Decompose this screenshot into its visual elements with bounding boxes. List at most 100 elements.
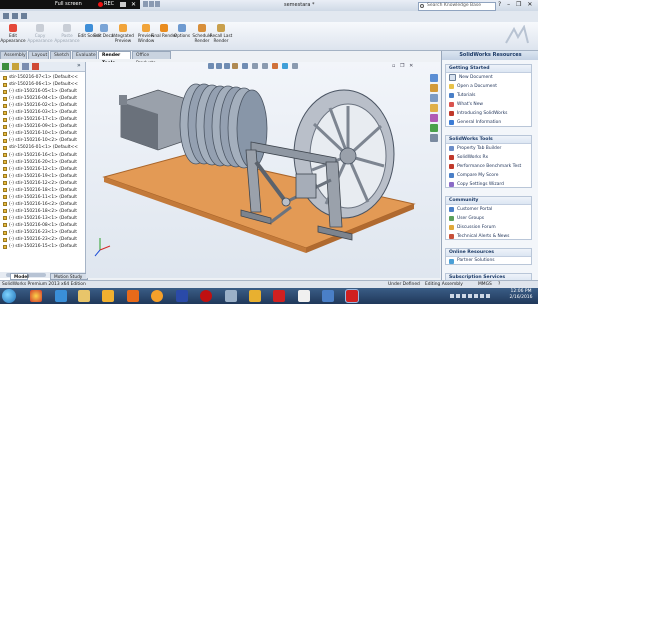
tree-item[interactable]: (-) stir-150216-13<1> (Default (0, 215, 85, 222)
notepad-icon[interactable] (298, 290, 310, 302)
group-header[interactable]: Online Resources (446, 249, 531, 257)
copy-appearance-button[interactable]: Copy Appearance (27, 24, 53, 43)
solidworks-active-icon[interactable] (345, 289, 359, 303)
group-header[interactable]: Community (446, 197, 531, 205)
tree-item[interactable]: (-) stir-150216-15<1> (Default (0, 243, 85, 250)
tray-icon[interactable] (450, 294, 454, 298)
expand-icon[interactable]: » (77, 62, 81, 69)
tree-item[interactable]: (-) stir-150216-11<1> (Default (0, 194, 85, 201)
minimize-icon[interactable]: – (507, 1, 510, 8)
customer-portal-link[interactable]: Customer Portal (446, 205, 531, 214)
save-icon[interactable] (155, 1, 160, 7)
record-app-icon[interactable] (200, 290, 212, 302)
print-icon[interactable] (12, 13, 18, 19)
open-icon[interactable] (149, 1, 154, 7)
tree-item[interactable]: stir-150216-07<1> (Default<< (0, 74, 85, 81)
explorer-icon[interactable] (78, 290, 90, 302)
forum-icon[interactable] (430, 134, 438, 142)
stirling-engine-model[interactable] (86, 62, 440, 278)
technical-alerts-link[interactable]: Technical Alerts & News (446, 232, 531, 241)
tree-item[interactable]: (-) stir-150216-12<1> (Default (0, 166, 85, 173)
tree-item[interactable]: (-) stir-150216-04<1> (Default (0, 95, 85, 102)
tree-item[interactable]: (-) stir-150216-18<1> (Default (0, 187, 85, 194)
tree-item[interactable]: (-) stir-150216-05<1> (Default (0, 88, 85, 95)
search-input[interactable]: Search Knowledge Base (418, 2, 496, 11)
tree-item[interactable]: (-) stir-150216-16<1> (Default (0, 152, 85, 159)
compare-my-score-link[interactable]: Compare My Score (446, 171, 531, 180)
fullscreen-label[interactable]: Full screen (55, 1, 82, 7)
group-header[interactable]: Getting Started (446, 65, 531, 73)
tab-sketch[interactable]: Sketch (50, 51, 71, 59)
custom-properties-icon[interactable] (430, 124, 438, 132)
tree-item[interactable]: (-) stir-150216-18<2> (Default (0, 208, 85, 215)
tree-item[interactable]: (-) stir-150216-20<1> (Default (0, 159, 85, 166)
copy-settings-wizard-link[interactable]: Copy Settings Wizard (446, 180, 531, 189)
media-player-icon[interactable] (102, 290, 114, 302)
recall-last-render-button[interactable]: Recall Last Render (208, 24, 234, 43)
tree-item[interactable]: stir-150216-01<1> (Default<< (0, 144, 85, 151)
undo-icon[interactable] (21, 13, 27, 19)
display-manager-icon[interactable] (32, 63, 39, 70)
tab-motion-study[interactable]: Motion Study 1 (50, 273, 88, 287)
tray-icon[interactable] (462, 294, 466, 298)
new-document-link[interactable]: New Document (446, 73, 531, 82)
file-explorer-icon[interactable] (430, 94, 438, 102)
general-information-link[interactable]: General Information (446, 118, 531, 127)
internet-explorer-icon[interactable] (55, 290, 67, 302)
tree-item[interactable]: stir-150216-06<1> (Default<< (0, 81, 85, 88)
partner-solutions-link[interactable]: Partner Solutions (446, 257, 531, 265)
tab-layout[interactable]: Layout (28, 51, 49, 59)
volume-icon[interactable] (480, 294, 484, 298)
tree-item[interactable]: (-) stir-150216-10<2> (Default (0, 137, 85, 144)
rec-label[interactable]: REC (104, 1, 114, 7)
solidworks-taskbar-icon[interactable] (273, 290, 285, 302)
tree-item[interactable]: (-) stir-150216-16<2> (Default (0, 201, 85, 208)
group-header[interactable]: SolidWorks Tools (446, 136, 531, 144)
start-button[interactable] (2, 289, 16, 303)
close-recorder-icon[interactable]: ✕ (131, 1, 136, 8)
tree-item[interactable]: (-) stir-150216-10<1> (Default (0, 130, 85, 137)
document-app-icon[interactable] (225, 290, 237, 302)
tree-item[interactable]: (-) stir-150216-09<1> (Default (0, 123, 85, 130)
configuration-manager-icon[interactable] (22, 63, 29, 70)
introducing-solidworks-link[interactable]: Introducing SolidWorks (446, 109, 531, 118)
performance-benchmark-link[interactable]: Performance Benchmark Test (446, 162, 531, 171)
clock[interactable]: 12:06 PM 2/16/2016 (504, 289, 538, 301)
flag-app-icon[interactable] (176, 290, 188, 302)
firefox-icon[interactable] (127, 290, 139, 302)
view-palette-icon[interactable] (430, 104, 438, 112)
tree-item[interactable]: (-) stir-150216-23<2> (Default (0, 236, 85, 243)
tree-item[interactable]: (-) stir-150216-02<1> (Default (0, 102, 85, 109)
tray-icon[interactable] (456, 294, 460, 298)
network-icon[interactable] (486, 294, 490, 298)
solidworks-menu-icon[interactable] (3, 13, 9, 19)
tab-evaluate[interactable]: Evaluate (72, 51, 97, 59)
feature-manager-icon[interactable] (2, 63, 9, 70)
property-manager-icon[interactable] (12, 63, 19, 70)
chrome-icon[interactable] (30, 290, 42, 302)
tree-item[interactable]: (-) stir-150216-08<1> (Default (0, 222, 85, 229)
tutorials-link[interactable]: Tutorials (446, 91, 531, 100)
close-icon[interactable]: ✕ (527, 1, 532, 8)
graphics-viewport[interactable]: ▫ ❐ ✕ (86, 62, 440, 278)
open-document-link[interactable]: Open a Document (446, 82, 531, 91)
tab-model[interactable]: Model (10, 273, 29, 280)
new-icon[interactable] (143, 1, 148, 7)
tree-item[interactable]: (-) stir-150216-03<1> (Default (0, 109, 85, 116)
edit-appearance-button[interactable]: Edit Appearance (0, 24, 26, 43)
tree-item[interactable]: (-) stir-150216-23<1> (Default (0, 229, 85, 236)
discussion-forum-link[interactable]: Discussion Forum (446, 223, 531, 232)
camera-icon[interactable] (120, 2, 126, 7)
tree-item[interactable]: (-) stir-150216-17<1> (Default (0, 116, 85, 123)
appearances-icon[interactable] (430, 114, 438, 122)
tab-assembly[interactable]: Assembly (0, 51, 27, 59)
sketchup-icon[interactable] (322, 290, 334, 302)
resources-tab-icon[interactable] (430, 74, 438, 82)
whats-new-link[interactable]: What's New (446, 100, 531, 109)
help-icon[interactable]: ? (498, 1, 501, 8)
tab-office-products[interactable]: Office Products (132, 51, 171, 66)
solidworks-rx-link[interactable]: SolidWorks Rx (446, 153, 531, 162)
tab-render-tools[interactable]: Render Tools (98, 51, 131, 66)
app-icon[interactable] (151, 290, 163, 302)
tree-item[interactable]: (-) stir-150216-19<1> (Default (0, 173, 85, 180)
